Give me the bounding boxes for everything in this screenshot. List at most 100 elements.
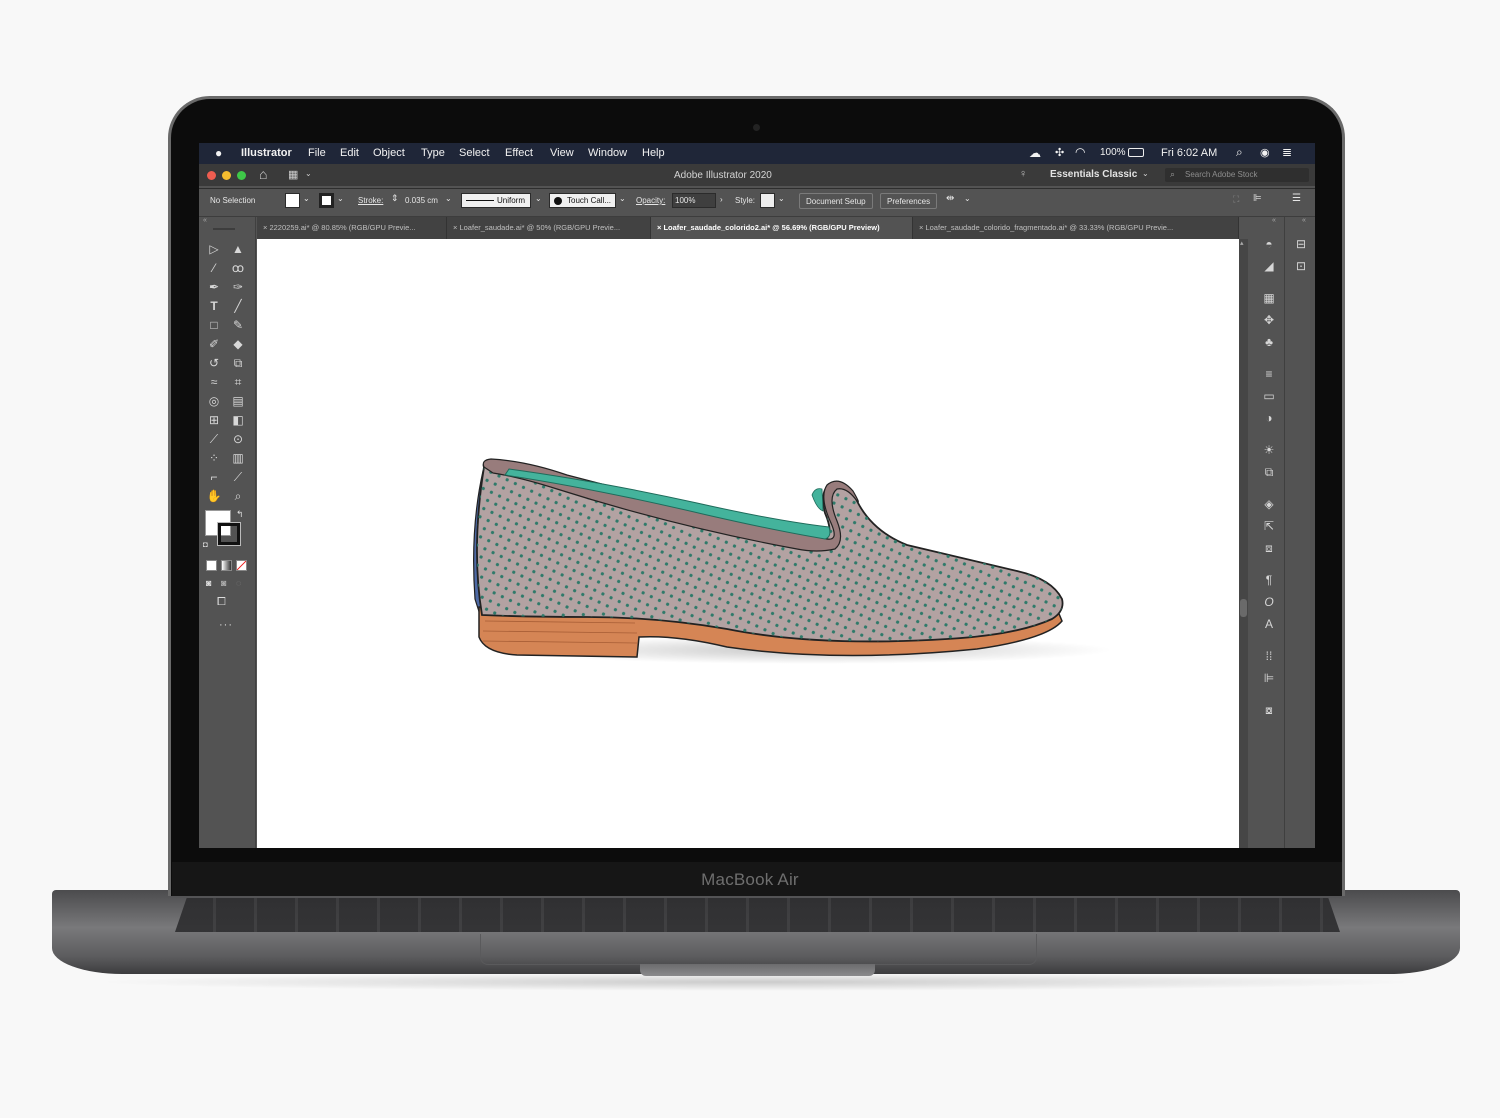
workspace-switcher[interactable]: Essentials Classic	[1050, 169, 1137, 180]
symbol-sprayer-tool-icon[interactable]: ⁘	[205, 450, 223, 466]
creative-cloud-icon[interactable]: ☁	[1029, 146, 1041, 160]
pathfinder-icon[interactable]: ⧇	[1259, 703, 1279, 718]
graphic-style-swatch[interactable]	[760, 193, 775, 208]
paintbrush-tool-icon[interactable]: ✎	[229, 317, 247, 333]
expand-panels-icon[interactable]: «	[1272, 217, 1276, 224]
swap-colors-icon[interactable]: ↰	[236, 509, 244, 520]
tab-document-4[interactable]: × Loafer_saudade_colorido_fragmentado.ai…	[913, 217, 1239, 239]
opacity-field[interactable]: 100%	[672, 193, 716, 208]
hand-tool-icon[interactable]: ✋	[205, 488, 223, 504]
stroke-label[interactable]: Stroke:	[358, 196, 383, 205]
align-panel-icon[interactable]: ⊫	[1259, 671, 1279, 685]
scale-tool-icon[interactable]: ⧉	[229, 355, 247, 371]
magic-wand-tool-icon[interactable]: ⁄	[205, 260, 223, 276]
tab-document-3[interactable]: × Loafer_saudade_colorido2.ai* @ 56.69% …	[651, 217, 913, 239]
pen-tool-icon[interactable]: ✒	[205, 279, 223, 295]
draw-normal-icon[interactable]: ◙	[206, 578, 211, 588]
chevron-down-icon[interactable]: ⌄	[305, 169, 312, 178]
type-tool-icon[interactable]: T	[205, 298, 223, 314]
line-tool-icon[interactable]: ╱	[229, 298, 247, 314]
mesh-tool-icon[interactable]: ⊞	[205, 412, 223, 428]
sync-icon[interactable]: ✣	[1055, 146, 1064, 159]
isolate-icon[interactable]: ⛶	[1233, 194, 1239, 205]
scroll-up-icon[interactable]: ▴	[1240, 239, 1244, 247]
gradient-tool-icon[interactable]: ◧	[229, 412, 247, 428]
libraries-icon[interactable]: ⊡	[1291, 259, 1311, 273]
vertical-scrollbar[interactable]: ▴	[1239, 239, 1248, 848]
list-icon[interactable]: ≣	[1282, 145, 1292, 159]
default-colors-icon[interactable]: ◘	[203, 540, 208, 549]
opentype-icon[interactable]: O	[1259, 595, 1279, 609]
graphic-styles-icon[interactable]: ⧉	[1259, 465, 1279, 480]
stroke-panel-icon[interactable]: ≡	[1259, 367, 1279, 381]
chevron-down-icon[interactable]: ⌄	[1142, 169, 1149, 178]
menu-select[interactable]: Select	[459, 147, 490, 159]
stroke-weight-field[interactable]: 0.035 cm	[405, 196, 438, 205]
lasso-tool-icon[interactable]: ꝏ	[229, 260, 247, 276]
arrange-documents-icon[interactable]: ▦	[288, 168, 298, 181]
menu-file[interactable]: File	[308, 147, 326, 159]
perspective-grid-tool-icon[interactable]: ▤	[229, 393, 247, 409]
stepper-icon[interactable]: ⇕	[391, 193, 399, 204]
preferences-button[interactable]: Preferences	[880, 193, 938, 209]
chevron-down-icon[interactable]: ⌄	[964, 194, 971, 203]
variable-width-profile[interactable]: Uniform	[461, 193, 531, 208]
symbols-icon[interactable]: ♣	[1259, 335, 1279, 349]
stroke-swatch[interactable]	[319, 193, 334, 208]
wifi-icon[interactable]: ◠	[1075, 145, 1085, 159]
menu-effect[interactable]: Effect	[505, 147, 533, 159]
close-window-button[interactable]	[207, 171, 216, 180]
opacity-label[interactable]: Opacity:	[636, 196, 665, 205]
home-icon[interactable]: ⌂	[259, 166, 267, 182]
chevron-right-icon[interactable]: ›	[720, 195, 723, 204]
brush-definition[interactable]: Touch Call...	[549, 193, 616, 208]
user-icon[interactable]: ◉	[1260, 146, 1270, 159]
paragraph-icon[interactable]: ¶	[1259, 573, 1279, 587]
menu-window[interactable]: Window	[588, 147, 627, 159]
asset-export-icon[interactable]: ⇱	[1259, 519, 1279, 533]
draw-inside-icon[interactable]: ◌	[236, 578, 241, 588]
menu-type[interactable]: Type	[421, 147, 445, 159]
rotate-tool-icon[interactable]: ↺	[205, 355, 223, 371]
direct-selection-tool-icon[interactable]: ▲	[229, 241, 247, 257]
tab-document-2[interactable]: × Loafer_saudade.ai* @ 50% (RGB/GPU Prev…	[447, 217, 651, 239]
draw-behind-icon[interactable]: ◙	[221, 578, 226, 588]
appearance-icon[interactable]: ☀	[1259, 443, 1279, 457]
artboard-canvas[interactable]	[257, 239, 1239, 848]
apple-icon[interactable]: ●	[215, 146, 222, 160]
stroke-color-swatch[interactable]	[217, 522, 241, 546]
chevron-down-icon[interactable]: ⌄	[445, 194, 452, 203]
menu-view[interactable]: View	[550, 147, 574, 159]
learn-bulb-icon[interactable]: ♀	[1019, 168, 1027, 180]
shaper-tool-icon[interactable]: ✐	[205, 336, 223, 352]
artboards-icon[interactable]: ⧈	[1259, 541, 1279, 556]
selection-tool-icon[interactable]: ▷	[205, 241, 223, 257]
tab-document-1[interactable]: × 2220259.ai* @ 80.85% (RGB/GPU Previe..…	[257, 217, 447, 239]
transparency-icon[interactable]: ◑	[1259, 411, 1279, 425]
minimize-window-button[interactable]	[222, 171, 231, 180]
swatches-icon[interactable]: ▦	[1259, 291, 1279, 305]
blend-tool-icon[interactable]: ⊙	[229, 431, 247, 447]
color-mode-icon[interactable]	[206, 560, 217, 571]
chevron-down-icon[interactable]: ⌄	[303, 194, 310, 203]
transform-panel-icon[interactable]: ⁞⁞	[1259, 649, 1279, 663]
fill-swatch[interactable]	[285, 193, 300, 208]
color-panel-icon[interactable]: ◢	[1259, 259, 1279, 273]
app-menu[interactable]: Illustrator	[241, 147, 292, 159]
panel-menu-icon[interactable]: ☰	[1292, 193, 1301, 204]
eyedropper-tool-icon[interactable]: ⟋	[205, 431, 223, 447]
rectangle-tool-icon[interactable]: □	[205, 317, 223, 333]
scroll-thumb[interactable]	[1240, 599, 1247, 617]
gradient-panel-icon[interactable]: ▭	[1259, 389, 1279, 403]
align-icon[interactable]: ⇹	[946, 193, 954, 204]
slice-tool-icon[interactable]: ⟋	[229, 469, 247, 485]
brushes-icon[interactable]: ✥	[1259, 313, 1279, 327]
stock-search-field[interactable]: ⌕ Search Adobe Stock	[1165, 168, 1309, 182]
edit-toolbar-icon[interactable]: ···	[219, 619, 233, 631]
gradient-mode-icon[interactable]	[221, 560, 232, 571]
search-icon[interactable]: ⌕	[1236, 145, 1243, 160]
chevron-down-icon[interactable]: ⌄	[535, 194, 542, 203]
shape-builder-tool-icon[interactable]: ◎	[205, 393, 223, 409]
curvature-tool-icon[interactable]: ✑	[229, 279, 247, 295]
menu-object[interactable]: Object	[373, 147, 405, 159]
